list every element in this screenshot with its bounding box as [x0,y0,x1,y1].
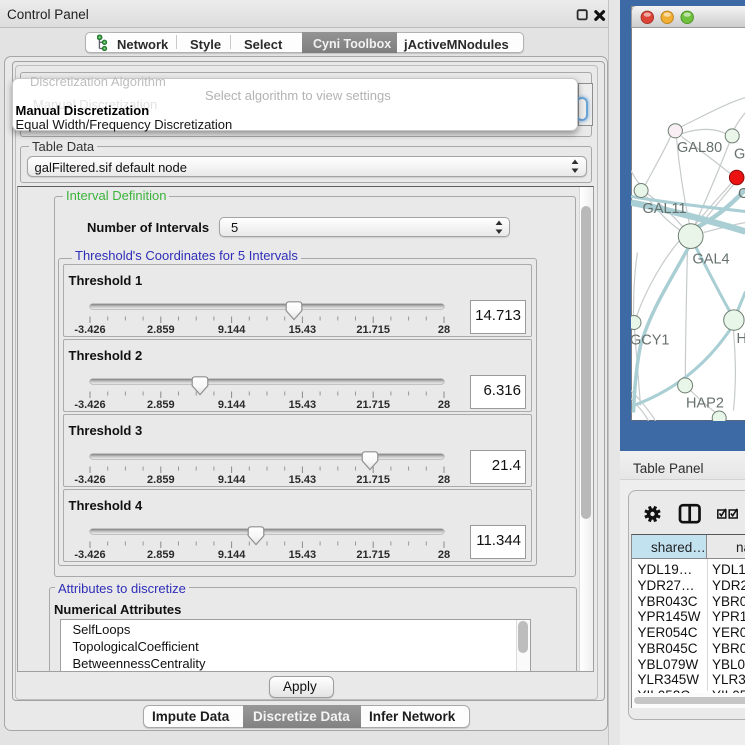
svg-text:GAL11: GAL11 [642,201,686,217]
svg-text:GCY1: GCY1 [631,332,670,348]
svg-text:H: H [736,331,745,347]
svg-text:GA: GA [734,146,745,162]
svg-text:GAL4: GAL4 [692,251,729,267]
svg-text:C: C [738,186,745,202]
svg-text:HAP2: HAP2 [686,395,724,411]
svg-text:GAL80: GAL80 [677,140,722,156]
